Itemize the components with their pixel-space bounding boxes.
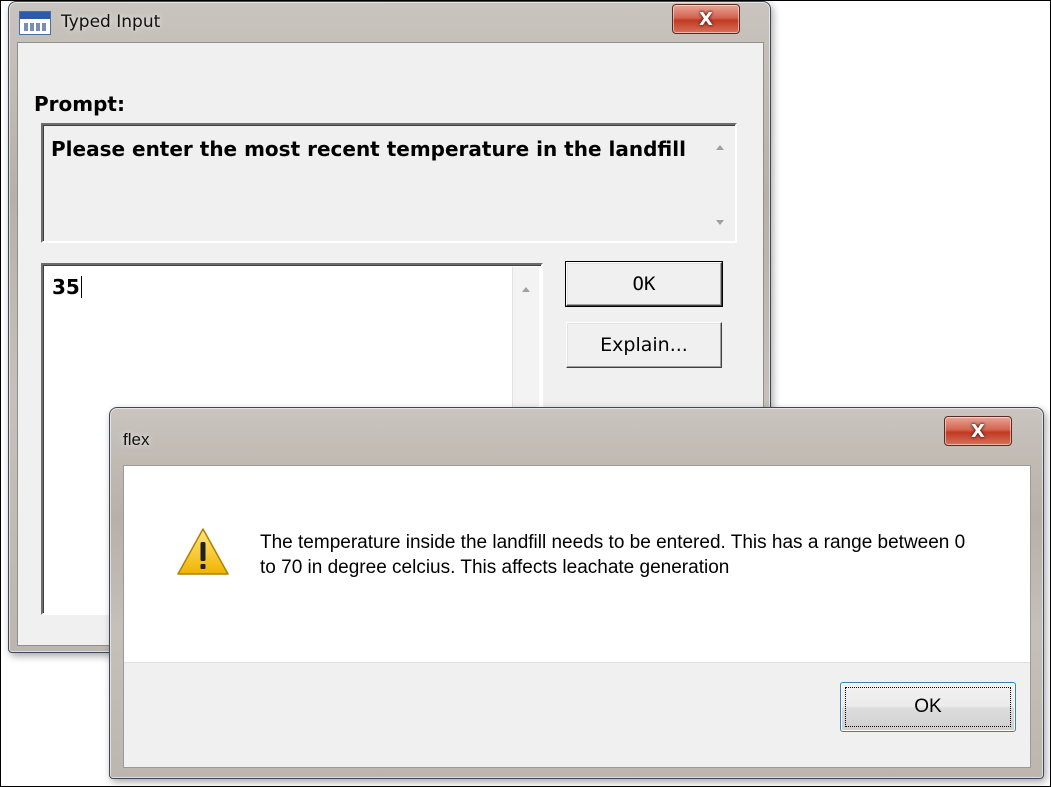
prompt-label: Prompt: xyxy=(34,92,125,116)
flex-ok-button[interactable]: OK xyxy=(840,682,1016,732)
typed-input-close-button[interactable]: X xyxy=(672,4,740,34)
flex-client-area: The temperature inside the landfill need… xyxy=(123,465,1031,768)
typed-input-titlebar[interactable]: Typed Input X xyxy=(9,2,770,42)
warning-icon xyxy=(177,528,229,575)
prompt-scrollbar[interactable] xyxy=(707,127,733,239)
prompt-text-box: Please enter the most recent temperature… xyxy=(41,123,737,243)
flex-message-dialog: flex X The temperature inside the landfi… xyxy=(109,407,1044,779)
flex-title: flex xyxy=(123,430,150,449)
explain-button[interactable]: Explain... xyxy=(566,322,722,368)
scroll-down-arrow-icon[interactable] xyxy=(716,220,724,225)
focus-rectangle xyxy=(845,687,1011,727)
input-value[interactable]: 35 xyxy=(52,275,82,299)
scroll-up-arrow-icon[interactable] xyxy=(522,287,530,292)
message-text: The temperature inside the landfill need… xyxy=(260,532,966,578)
flex-close-button[interactable]: X xyxy=(944,416,1012,446)
close-icon: X xyxy=(699,8,713,30)
close-icon: X xyxy=(971,420,985,442)
typed-input-ok-button[interactable]: OK xyxy=(565,261,723,307)
text-caret xyxy=(80,276,82,298)
typed-input-title: Typed Input xyxy=(61,12,161,32)
input-value-text: 35 xyxy=(52,275,80,299)
app-window-icon xyxy=(19,11,51,35)
prompt-text: Please enter the most recent temperature… xyxy=(51,137,686,161)
scroll-up-arrow-icon[interactable] xyxy=(716,145,724,150)
flex-titlebar[interactable]: flex X xyxy=(110,408,1043,466)
